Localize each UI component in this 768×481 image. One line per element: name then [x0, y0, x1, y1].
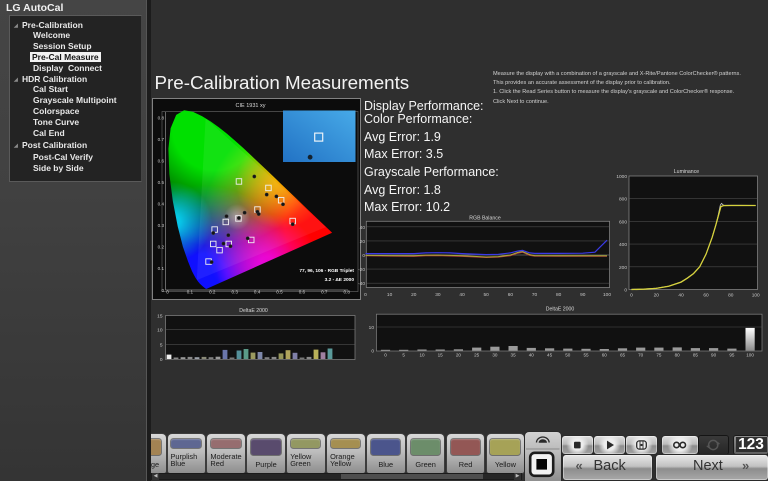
svg-text:30: 30 [492, 353, 498, 358]
svg-text:25: 25 [474, 353, 480, 358]
svg-text:0.5: 0.5 [157, 180, 164, 185]
svg-text:20: 20 [456, 353, 462, 358]
svg-text:RGB Balance: RGB Balance [469, 216, 501, 222]
svg-text:15: 15 [438, 353, 444, 358]
svg-text:20: 20 [360, 239, 366, 245]
svg-text:0.6: 0.6 [298, 289, 305, 294]
svg-text:600: 600 [619, 219, 627, 225]
svg-text:85: 85 [693, 353, 699, 358]
svg-text:0.1: 0.1 [186, 289, 193, 294]
svg-text:0.5: 0.5 [276, 289, 283, 294]
svg-text:Luminance: Luminance [674, 169, 699, 175]
svg-text:-20: -20 [358, 267, 365, 273]
svg-text:0: 0 [362, 253, 365, 259]
svg-text:-40: -40 [358, 281, 365, 287]
svg-text:0.1: 0.1 [157, 266, 164, 271]
svg-text:60: 60 [602, 353, 608, 358]
svg-text:CIE 1931 xy: CIE 1931 xy [235, 103, 265, 109]
svg-text:3.2 - ΔE 2000: 3.2 - ΔE 2000 [324, 277, 354, 283]
svg-text:10: 10 [419, 353, 425, 358]
svg-text:80: 80 [675, 353, 681, 358]
svg-text:15: 15 [157, 314, 163, 320]
svg-text:40: 40 [529, 353, 535, 358]
svg-text:0: 0 [166, 289, 169, 294]
svg-text:55: 55 [583, 353, 589, 358]
svg-text:0.2: 0.2 [157, 244, 164, 249]
svg-text:0.8: 0.8 [157, 115, 164, 120]
svg-text:0.7: 0.7 [157, 137, 164, 142]
svg-text:0.3: 0.3 [157, 223, 164, 228]
svg-text:5: 5 [402, 353, 405, 358]
svg-text:95: 95 [729, 353, 735, 358]
svg-text:0.4: 0.4 [157, 201, 164, 206]
svg-text:0.7: 0.7 [321, 289, 328, 294]
svg-text:70: 70 [638, 353, 644, 358]
svg-text:0: 0 [624, 288, 627, 294]
svg-text:50: 50 [565, 353, 571, 358]
svg-text:0: 0 [371, 349, 374, 355]
svg-text:0: 0 [384, 353, 387, 358]
svg-text:0.6: 0.6 [157, 158, 164, 163]
svg-text:75: 75 [656, 353, 662, 358]
svg-text:77, 96, 106 - RGB Triplet: 77, 96, 106 - RGB Triplet [299, 268, 354, 274]
svg-text:0.2: 0.2 [209, 289, 216, 294]
svg-text:400: 400 [619, 242, 627, 248]
svg-text:100: 100 [746, 353, 754, 358]
svg-text:10: 10 [157, 328, 163, 334]
svg-text:10: 10 [369, 325, 375, 331]
svg-text:45: 45 [547, 353, 553, 358]
svg-text:35: 35 [511, 353, 517, 358]
svg-text:0: 0 [160, 357, 163, 363]
svg-text:90: 90 [711, 353, 717, 358]
svg-text:200: 200 [619, 265, 627, 271]
svg-text:0.8: 0.8 [343, 289, 350, 294]
svg-text:DeltaE 2000: DeltaE 2000 [239, 308, 268, 314]
svg-text:DeltaE 2000: DeltaE 2000 [546, 307, 575, 313]
svg-text:5: 5 [160, 342, 163, 348]
svg-text:0.4: 0.4 [253, 289, 260, 294]
svg-text:65: 65 [620, 353, 626, 358]
svg-text:0.3: 0.3 [231, 289, 238, 294]
svg-text:40: 40 [360, 225, 366, 231]
svg-text:1000: 1000 [616, 174, 627, 180]
svg-text:0: 0 [161, 288, 164, 293]
svg-text:800: 800 [619, 197, 627, 203]
